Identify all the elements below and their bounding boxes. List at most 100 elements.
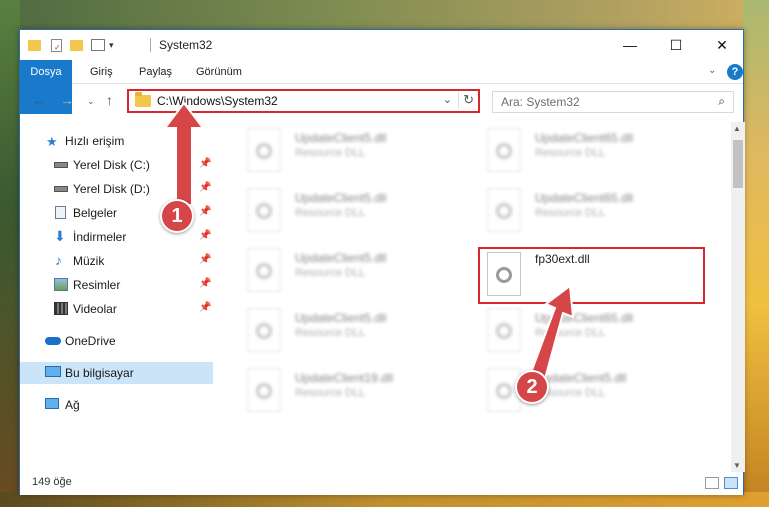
scrollbar-thumb[interactable] xyxy=(733,140,743,188)
scroll-up-icon[interactable]: ▲ xyxy=(733,124,741,133)
file-item[interactable]: UpdateClient65.dll Resource DLL xyxy=(473,126,693,180)
sidebar-item-label: Hızlı erişim xyxy=(65,134,125,148)
pin-icon[interactable]: 📌 xyxy=(199,302,211,313)
maximize-button[interactable]: ☐ xyxy=(653,30,699,60)
dll-file-icon xyxy=(247,368,281,412)
help-icon[interactable]: ? xyxy=(727,64,743,80)
navigation-bar: ← → ⌄ ↑ C:\Windows\System32 ⌄ ↻ Ara: Sys… xyxy=(20,86,743,116)
pin-icon[interactable]: 📌 xyxy=(199,182,211,193)
sidebar-item-label: Ağ xyxy=(65,398,80,412)
sidebar-item-this-pc[interactable]: Bu bilgisayar xyxy=(20,362,213,384)
back-arrow-icon[interactable]: ← xyxy=(32,92,46,108)
file-item[interactable]: UpdateClient65.dll Resource DLL xyxy=(473,186,693,240)
pin-icon[interactable]: 📌 xyxy=(199,254,211,265)
file-item[interactable]: UpdateClient65.dll Resource DLL xyxy=(473,306,693,360)
sidebar-item-music[interactable]: ♪ Müzik 📌 xyxy=(20,250,213,272)
drive-icon xyxy=(54,162,68,168)
file-name: UpdateClient5.dll xyxy=(295,251,387,265)
scroll-down-icon[interactable]: ▼ xyxy=(733,461,741,470)
navigation-pane: ★ Hızlı erişim Yerel Disk (C:) 📌 Yerel D… xyxy=(20,122,213,472)
sidebar-item-pictures[interactable]: Resimler 📌 xyxy=(20,274,213,296)
item-count: 149 öğe xyxy=(32,476,72,488)
details-view-icon[interactable] xyxy=(705,477,719,489)
up-arrow-icon[interactable]: ↑ xyxy=(106,92,113,108)
title-separator xyxy=(150,38,151,52)
sidebar-item-label: Yerel Disk (D:) xyxy=(73,182,150,196)
file-name: UpdateClient5.dll xyxy=(295,311,387,325)
pin-icon[interactable]: 📌 xyxy=(199,278,211,289)
pin-icon[interactable]: 📌 xyxy=(199,206,211,217)
file-type: Resource DLL xyxy=(295,267,366,279)
file-name: UpdateClient65.dll xyxy=(535,191,634,205)
properties-icon[interactable]: ✓ xyxy=(51,38,62,52)
star-icon: ★ xyxy=(46,134,58,149)
file-item[interactable]: UpdateClient5.dll Resource DLL xyxy=(233,126,453,180)
title-bar: ✓ ▾ System32 — ☐ ✕ xyxy=(20,30,743,60)
expand-ribbon-icon[interactable]: ⌄ xyxy=(708,65,716,76)
pin-icon[interactable]: 📌 xyxy=(199,158,211,169)
sidebar-item-videos[interactable]: Videolar 📌 xyxy=(20,298,213,320)
step-1-badge: 1 xyxy=(160,199,194,233)
sidebar-item-disk-d[interactable]: Yerel Disk (D:) 📌 xyxy=(20,178,213,200)
forward-arrow-icon[interactable]: → xyxy=(60,92,74,108)
tab-share[interactable]: Paylaş xyxy=(131,60,180,84)
sidebar-item-label: Müzik xyxy=(73,254,105,268)
network-icon xyxy=(45,398,59,409)
folder-icon xyxy=(135,92,151,107)
view-icon[interactable] xyxy=(91,39,105,51)
cloud-icon xyxy=(45,337,61,345)
status-bar: 149 öğe xyxy=(20,472,743,495)
sidebar-item-label: Belgeler xyxy=(73,206,118,220)
file-name: UpdateClient5.dll xyxy=(295,191,387,205)
file-item[interactable]: UpdateClient5.dll Resource DLL xyxy=(473,366,693,420)
file-name: UpdateClient65.dll xyxy=(535,311,634,325)
search-box[interactable]: Ara: System32 ⌕ xyxy=(492,91,734,113)
vertical-scrollbar[interactable]: ▲ ▼ xyxy=(731,122,745,472)
music-icon: ♪ xyxy=(55,252,62,268)
file-type: Resource DLL xyxy=(295,387,366,399)
search-icon[interactable]: ⌕ xyxy=(718,94,725,109)
sidebar-item-label: Yerel Disk (C:) xyxy=(73,158,150,172)
sidebar-item-disk-c[interactable]: Yerel Disk (C:) 📌 xyxy=(20,154,213,176)
close-button[interactable]: ✕ xyxy=(699,30,745,60)
file-name: UpdateClient65.dll xyxy=(535,131,634,145)
file-item[interactable]: UpdateClient5.dll Resource DLL xyxy=(233,186,453,240)
file-item[interactable]: UpdateClient5.dll Resource DLL xyxy=(233,306,453,360)
highlight-box-target-file xyxy=(478,247,705,304)
minimize-button[interactable]: — xyxy=(607,30,653,60)
dll-file-icon xyxy=(247,128,281,172)
quick-access-toolbar: ✓ ▾ xyxy=(28,36,114,54)
new-folder-icon[interactable] xyxy=(70,39,83,51)
download-icon: ⬇ xyxy=(54,228,66,244)
address-path[interactable]: C:\Windows\System32 xyxy=(157,94,278,108)
file-type: Resource DLL xyxy=(535,207,606,219)
file-type: Resource DLL xyxy=(535,147,606,159)
file-item[interactable]: UpdateClient19.dll Resource DLL xyxy=(233,366,453,420)
dll-file-icon xyxy=(487,308,521,352)
file-type: Resource DLL xyxy=(295,327,366,339)
file-item[interactable]: UpdateClient5.dll Resource DLL xyxy=(233,246,453,300)
dll-file-icon xyxy=(487,128,521,172)
sidebar-item-label: OneDrive xyxy=(65,334,116,348)
refresh-icon[interactable]: ↻ xyxy=(458,92,474,108)
large-icons-view-icon[interactable] xyxy=(724,477,738,489)
sidebar-item-network[interactable]: Ağ xyxy=(20,394,213,416)
recent-locations-icon[interactable]: ⌄ xyxy=(87,96,95,107)
computer-icon xyxy=(45,366,61,377)
customize-toolbar-icon[interactable]: ▾ xyxy=(109,40,114,51)
pin-icon[interactable]: 📌 xyxy=(199,230,211,241)
sidebar-item-onedrive[interactable]: OneDrive xyxy=(20,330,213,352)
address-dropdown-icon[interactable]: ⌄ xyxy=(443,93,452,106)
sidebar-item-quick-access[interactable]: ★ Hızlı erişim xyxy=(20,130,213,152)
tab-home[interactable]: Giriş xyxy=(82,60,121,84)
tab-view[interactable]: Görünüm xyxy=(188,60,250,84)
pictures-icon xyxy=(54,278,68,291)
file-type: Resource DLL xyxy=(295,207,366,219)
file-name: UpdateClient19.dll xyxy=(295,371,394,385)
address-bar[interactable]: C:\Windows\System32 ⌄ ↻ xyxy=(127,89,480,113)
search-placeholder[interactable]: Ara: System32 xyxy=(501,95,580,109)
ribbon: Dosya Giriş Paylaş Görünüm ⌄ ? xyxy=(20,60,743,114)
sidebar-item-label: Resimler xyxy=(73,278,121,292)
dll-file-icon xyxy=(247,308,281,352)
folder-icon[interactable] xyxy=(28,39,41,51)
